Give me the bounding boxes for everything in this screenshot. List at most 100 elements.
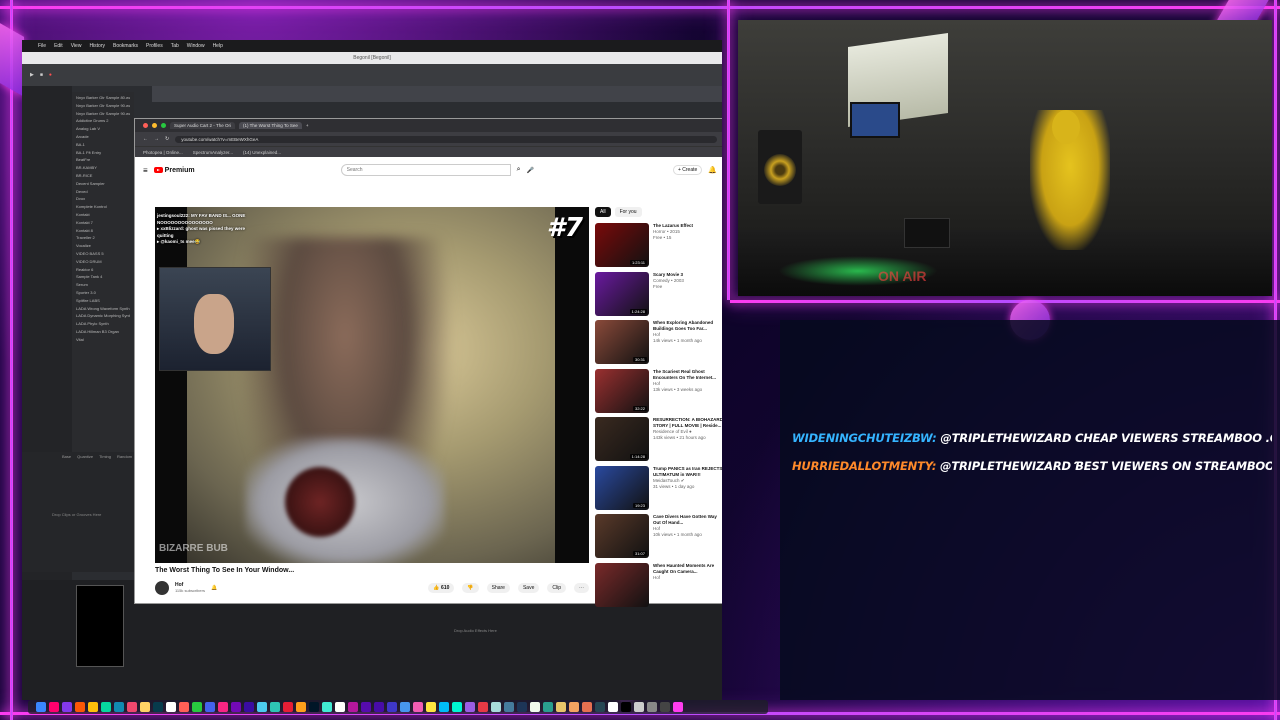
dock-app-icon[interactable] [153,702,163,712]
save-button[interactable]: Save [517,583,540,593]
dock-app-icon[interactable] [543,702,553,712]
clip-slot[interactable] [76,585,124,667]
recommendation-item[interactable]: 1:14:28 RESURRECTION: A BIOHAZARD STORY |… [595,417,722,465]
video-thumbnail[interactable]: 31:07 [595,514,649,558]
daw-browser-item[interactable]: BR-KAMBY [76,164,130,172]
tab-youtube-video[interactable]: (1) The Worst Thing To See [238,122,302,129]
daw-browser-item[interactable]: Vocalize [76,242,130,250]
clip-button[interactable]: Clip [547,583,566,593]
dock-app-icon[interactable] [400,702,410,712]
dock-app-icon[interactable] [218,702,228,712]
daw-browser-item[interactable]: LADA Hillman B3 Organ [76,328,130,336]
daw-browser-item[interactable]: BeatFre [76,156,130,164]
menu-file[interactable]: File [38,43,46,49]
dock-app-icon[interactable] [608,702,618,712]
daw-browser-item[interactable]: Traveller 2 [76,234,130,242]
recommendation-title[interactable]: Trump PANICS as Iran REJECTS ULTIMATUM i… [653,466,722,478]
dock-app-icon[interactable] [205,702,215,712]
daw-browser-item[interactable]: Dexed [76,188,130,196]
video-thumbnail[interactable]: 1:23:11 [595,223,649,267]
tab-super-audio-cart[interactable]: Super Audio Cart 2 - The Ori [170,122,235,129]
menu-help[interactable]: Help [213,43,223,49]
daw-browser-item[interactable]: VIDEO DRUM [76,258,130,266]
daw-browser-item[interactable]: BA-1 [76,141,130,149]
url-field[interactable]: youtube.com/watch?v=mEBeWXhGeA [175,135,717,143]
video-thumbnail[interactable]: 1:14:28 [595,417,649,461]
dock-app-icon[interactable] [647,702,657,712]
video-thumbnail[interactable]: 32:22 [595,368,649,413]
maximize-window-icon[interactable] [161,123,166,128]
daw-browser-item[interactable]: Komplete Kontrol [76,203,130,211]
dock-app-icon[interactable] [283,702,293,712]
dock-app-icon[interactable] [192,702,202,712]
menu-profiles[interactable]: Profiles [146,43,163,49]
video-thumbnail[interactable]: 19:23 [595,465,649,510]
dock-app-icon[interactable] [257,702,267,712]
daw-browser-item[interactable]: BR-RICE [76,172,130,180]
daw-browser-item[interactable]: LADA Phylo Synth [76,320,130,328]
dock-app-icon[interactable] [322,702,332,712]
daw-browser-item[interactable]: Reaktor 6 [76,266,130,274]
dock-app-icon[interactable] [62,702,72,712]
dock-app-icon[interactable] [114,702,124,712]
dock-app-icon[interactable] [127,702,137,712]
dock-app-icon[interactable] [517,702,527,712]
dock-app-icon[interactable] [348,702,358,712]
menu-bookmarks[interactable]: Bookmarks [113,43,138,49]
dock-app-icon[interactable] [179,702,189,712]
dock-app-icon[interactable] [556,702,566,712]
dock-app-icon[interactable] [426,702,436,712]
dock-app-icon[interactable] [101,702,111,712]
forward-icon[interactable]: → [154,136,159,142]
daw-browser-item[interactable]: Nnyx Barker Gtr Sample 90.wav [76,110,130,118]
share-button[interactable]: Share [486,583,510,593]
menu-view[interactable]: View [71,43,82,49]
play-icon[interactable]: ▶ [30,72,34,78]
dock-app-icon[interactable] [465,702,475,712]
dock-app-icon[interactable] [452,702,462,712]
recommendation-item[interactable]: 1:23:11 The Lazarus Effect Horror • 2015 Fr… [595,223,722,271]
daw-browser-item[interactable]: Arcade [76,133,130,141]
daw-browser-item[interactable]: Serum [76,281,130,289]
back-icon[interactable]: ← [143,136,148,142]
close-window-icon[interactable] [143,123,148,128]
menu-edit[interactable]: Edit [54,43,63,49]
dock-app-icon[interactable] [660,702,670,712]
recommendation-title[interactable]: When Exploring Abandoned Buildings Goes … [653,320,722,332]
create-button[interactable]: + Create [672,165,703,175]
youtube-logo[interactable]: Premium [153,167,195,174]
daw-browser-item[interactable]: Spitfire LABS [76,297,130,305]
mic-icon[interactable]: 🎤 [527,167,534,174]
video-thumbnail[interactable] [595,562,649,607]
dock-app-icon[interactable] [270,702,280,712]
daw-browser-item[interactable]: Decent Sampler [76,180,130,188]
chip-all[interactable]: All [595,207,611,217]
dock-app-icon[interactable] [296,702,306,712]
reload-icon[interactable]: ↻ [165,136,169,142]
search-input[interactable] [340,164,511,176]
dock-app-icon[interactable] [361,702,371,712]
menu-history[interactable]: History [89,43,105,49]
menu-window[interactable]: Window [187,43,205,49]
dock-app-icon[interactable] [530,702,540,712]
dock-app-icon[interactable] [569,702,579,712]
chip-for-you[interactable]: For you [614,207,642,217]
recommendation-item[interactable]: When Haunted Moments Are Caught On Camer… [595,562,722,611]
notifications-icon[interactable]: 🔔 [708,166,717,174]
dock-app-icon[interactable] [231,702,241,712]
dock-app-icon[interactable] [88,702,98,712]
stop-icon[interactable]: ■ [40,72,43,78]
daw-browser-item[interactable]: Nnyx Barker Gtr Sample 90.wav [76,102,130,110]
dock-app-icon[interactable] [439,702,449,712]
recommendation-title[interactable]: Scary Movie 3 [653,272,684,278]
record-icon[interactable]: ● [49,72,52,78]
daw-browser-item[interactable]: BA-1 Fft Entry [76,149,130,157]
dock-app-icon[interactable] [166,702,176,712]
recommendation-item[interactable]: 32:22 The Scariest Real Ghost Encounters … [595,368,722,417]
channel-avatar[interactable] [155,581,169,595]
bookmark-unexplained[interactable]: (14) Unexplained... [243,150,281,155]
recommendation-title[interactable]: RESURRECTION: A BIOHAZARD STORY | FULL M… [653,417,722,429]
video-player[interactable]: jestingsoul222: MY FAV BAND IS... GONE NO… [155,207,589,563]
dock-app-icon[interactable] [673,702,683,712]
recommendation-item[interactable]: 19:23 Trump PANICS as Iran REJECTS ULTIMA… [595,465,722,514]
